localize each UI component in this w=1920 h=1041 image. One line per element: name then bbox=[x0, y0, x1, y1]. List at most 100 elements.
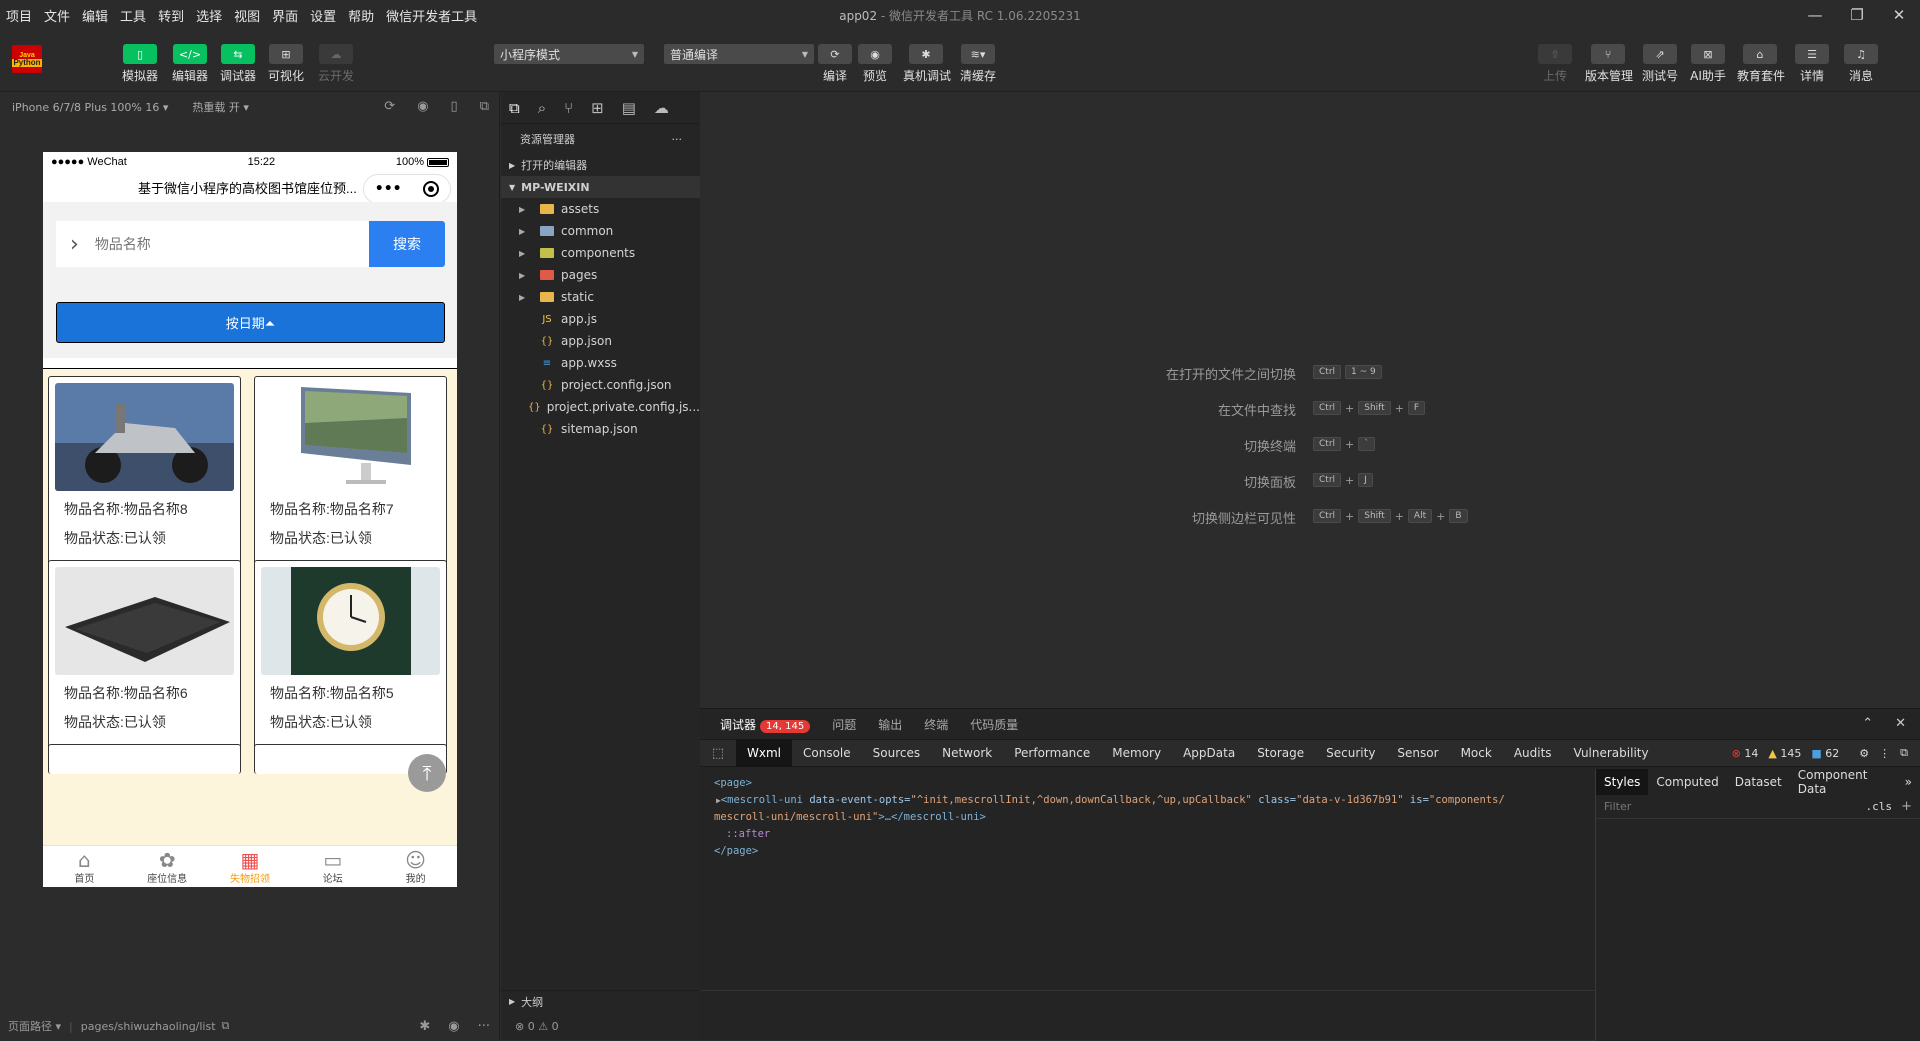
tree-folder-assets[interactable]: ▶ assets bbox=[501, 198, 700, 220]
menu-tools[interactable]: 工具 bbox=[114, 6, 152, 25]
tab-mock[interactable]: Mock bbox=[1450, 739, 1503, 767]
more-icon[interactable]: ••• bbox=[375, 181, 402, 197]
mode-select[interactable]: 小程序模式 ▼ bbox=[494, 44, 644, 64]
menu-interface[interactable]: 界面 bbox=[266, 6, 304, 25]
outline-section[interactable]: ▶ 大纲 bbox=[501, 990, 700, 1012]
tab-security[interactable]: Security bbox=[1315, 739, 1386, 767]
tab-styles[interactable]: Styles bbox=[1596, 769, 1649, 795]
search-icon[interactable]: ⌕ bbox=[538, 99, 546, 117]
clear-cache-button[interactable]: ≋▾ 清缓存 bbox=[955, 44, 1001, 84]
tree-file-sitemap[interactable]: {} sitemap.json bbox=[501, 418, 700, 440]
minimize-icon[interactable]: — bbox=[1794, 0, 1836, 30]
remote-debug-button[interactable]: ✱ 真机调试 bbox=[903, 44, 951, 84]
project-section[interactable]: ▼ MP-WEIXIN bbox=[501, 176, 700, 198]
menu-edit[interactable]: 编辑 bbox=[76, 6, 114, 25]
files-icon[interactable]: ⧉ bbox=[509, 99, 520, 117]
extensions-icon[interactable]: ⊞ bbox=[591, 99, 604, 117]
tab-component-data[interactable]: Component Data bbox=[1790, 768, 1897, 796]
menu-goto[interactable]: 转到 bbox=[152, 6, 190, 25]
device-icon[interactable]: ▯ bbox=[451, 99, 458, 114]
page-path-select[interactable]: 页面路径 ▾ bbox=[8, 1018, 61, 1034]
chevron-right-icon[interactable]: » bbox=[1897, 769, 1920, 795]
tab-wxml[interactable]: Wxml bbox=[736, 739, 792, 767]
chevron-right-icon[interactable]: › bbox=[70, 232, 79, 257]
upload-button[interactable]: ⇧ 上传 bbox=[1532, 44, 1578, 84]
tree-folder-components[interactable]: ▶ components bbox=[501, 242, 700, 264]
item-card[interactable]: 物品名称:物品名称6 物品状态:已认领 bbox=[48, 560, 241, 765]
inspect-icon[interactable]: ⬚ bbox=[700, 746, 736, 761]
open-editors-section[interactable]: ▶ 打开的编辑器 bbox=[501, 154, 700, 176]
bug-icon[interactable]: ✱ bbox=[419, 1019, 430, 1034]
debugger-button[interactable]: ⇆ 调试器 bbox=[215, 44, 261, 84]
hot-reload-select[interactable]: 热重载 开 ▾ bbox=[192, 99, 249, 115]
back-to-top-icon[interactable]: ⤒ bbox=[408, 754, 446, 792]
add-rule-icon[interactable]: + bbox=[1901, 799, 1912, 814]
tab-dataset[interactable]: Dataset bbox=[1727, 769, 1790, 795]
window-icon[interactable]: ⧉ bbox=[480, 99, 489, 114]
eye-icon[interactable]: ◉ bbox=[448, 1019, 459, 1034]
close-circle-icon[interactable] bbox=[423, 181, 440, 197]
menu-wechat-devtools[interactable]: 微信开发者工具 bbox=[380, 6, 483, 25]
menu-view[interactable]: 视图 bbox=[228, 6, 266, 25]
tree-file-app-js[interactable]: JS app.js bbox=[501, 308, 700, 330]
search-input[interactable] bbox=[94, 236, 295, 252]
tab-network[interactable]: Network bbox=[931, 739, 1003, 767]
tab-console[interactable]: Console bbox=[792, 739, 862, 767]
tree-folder-pages[interactable]: ▶ pages bbox=[501, 264, 700, 286]
tab-output[interactable]: 输出 bbox=[878, 716, 902, 733]
compile-select[interactable]: 普通编译 ▼ bbox=[664, 44, 814, 64]
tab-terminal[interactable]: 终端 bbox=[924, 716, 948, 733]
tab-appdata[interactable]: AppData bbox=[1172, 739, 1246, 767]
tree-folder-static[interactable]: ▶ static bbox=[501, 286, 700, 308]
more-vert-icon[interactable]: ⋮ bbox=[1879, 747, 1890, 760]
tree-file-app-json[interactable]: {} app.json bbox=[501, 330, 700, 352]
cloud-button[interactable]: ☁ 云开发 bbox=[313, 44, 359, 84]
tab-audits[interactable]: Audits bbox=[1503, 739, 1563, 767]
rotate-icon[interactable]: ⟳ bbox=[384, 99, 395, 114]
tab-memory[interactable]: Memory bbox=[1101, 739, 1172, 767]
tab-sensor[interactable]: Sensor bbox=[1386, 739, 1449, 767]
tab-vulnerability[interactable]: Vulnerability bbox=[1563, 739, 1660, 767]
docker-icon[interactable]: ☁ bbox=[654, 99, 669, 117]
tree-file-project-config[interactable]: {} project.config.json bbox=[501, 374, 700, 396]
record-icon[interactable]: ◉ bbox=[417, 99, 428, 114]
item-card[interactable] bbox=[48, 744, 241, 774]
gear-icon[interactable]: ⚙ bbox=[1859, 747, 1869, 760]
capsule-menu[interactable]: ••• bbox=[363, 174, 451, 204]
restore-icon[interactable]: ❐ bbox=[1836, 0, 1878, 30]
copy-icon[interactable]: ⧉ bbox=[222, 1019, 230, 1033]
device-select[interactable]: iPhone 6/7/8 Plus 100% 16 ▾ bbox=[12, 101, 168, 114]
tab-mine[interactable]: ☺ 我的 bbox=[374, 846, 457, 887]
item-card[interactable]: 物品名称:物品名称5 物品状态:已认领 bbox=[254, 560, 447, 765]
edu-button[interactable]: ⌂ 教育套件 bbox=[1737, 44, 1785, 84]
cls-toggle[interactable]: .cls bbox=[1866, 800, 1893, 813]
more-icon[interactable]: ··· bbox=[672, 133, 683, 146]
chevron-up-icon[interactable]: ⌃ bbox=[1862, 716, 1873, 731]
item-card[interactable]: 物品名称:物品名称7 物品状态:已认领 bbox=[254, 376, 447, 581]
visual-button[interactable]: ⊞ 可视化 bbox=[263, 44, 309, 84]
tree-file-app-wxss[interactable]: ≡ app.wxss bbox=[501, 352, 700, 374]
styles-filter-field[interactable]: Filter .cls + bbox=[1596, 795, 1920, 819]
simulator-button[interactable]: ▯ 模拟器 bbox=[117, 44, 163, 84]
version-button[interactable]: ⑂ 版本管理 bbox=[1585, 44, 1633, 84]
dock-icon[interactable]: ⧉ bbox=[1900, 746, 1908, 760]
tab-code-quality[interactable]: 代码质量 bbox=[970, 716, 1018, 733]
detail-button[interactable]: ☰ 详情 bbox=[1789, 44, 1835, 84]
tab-home[interactable]: ⌂ 首页 bbox=[43, 846, 126, 887]
message-button[interactable]: ♫ 消息 bbox=[1838, 44, 1884, 84]
tab-debugger[interactable]: 调试器 14, 145 bbox=[720, 716, 811, 733]
editor-button[interactable]: </> 编辑器 bbox=[167, 44, 213, 84]
tab-sources[interactable]: Sources bbox=[862, 739, 931, 767]
tab-computed[interactable]: Computed bbox=[1648, 769, 1726, 795]
menu-settings[interactable]: 设置 bbox=[304, 6, 342, 25]
test-account-button[interactable]: ⇗ 测试号 bbox=[1637, 44, 1683, 84]
tab-seat-info[interactable]: ✿ 座位信息 bbox=[126, 846, 209, 887]
sort-by-date-button[interactable]: 按日期⏶ bbox=[56, 302, 445, 343]
item-card[interactable]: 物品名称:物品名称8 物品状态:已认领 bbox=[48, 376, 241, 581]
problems-status[interactable]: ⊗ 0 ⚠ 0 bbox=[501, 1012, 700, 1040]
menu-file[interactable]: 文件 bbox=[38, 6, 76, 25]
tab-storage[interactable]: Storage bbox=[1246, 739, 1315, 767]
tab-performance[interactable]: Performance bbox=[1003, 739, 1101, 767]
source-control-icon[interactable]: ⑂ bbox=[564, 99, 573, 117]
menu-help[interactable]: 帮助 bbox=[342, 6, 380, 25]
